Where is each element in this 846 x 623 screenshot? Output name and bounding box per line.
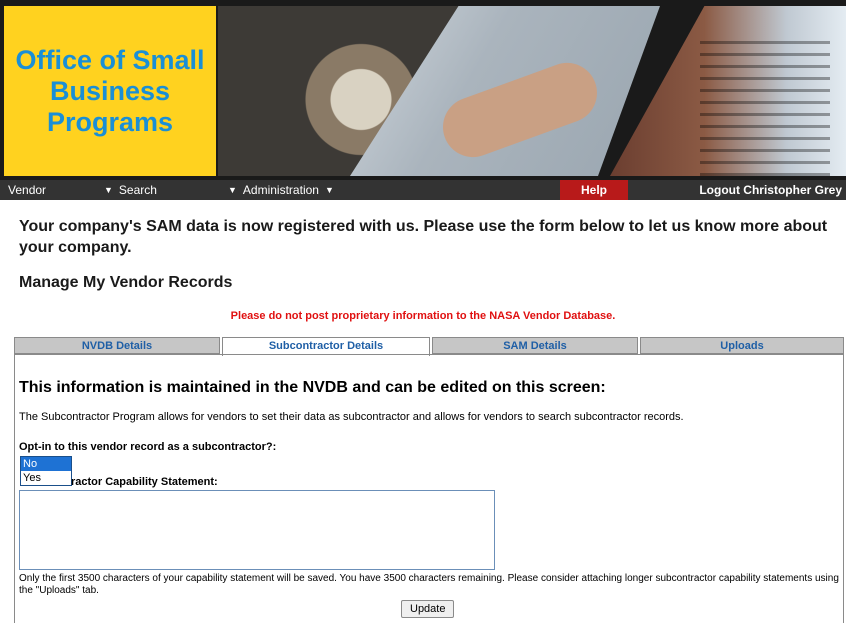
logout-link[interactable]: Logout Christopher Grey [699, 180, 842, 200]
capability-note: Only the first 3500 characters of your c… [19, 573, 839, 596]
panel-heading: This information is maintained in the NV… [19, 379, 606, 396]
subcontractor-details-panel: This information is maintained in the NV… [14, 354, 844, 623]
building-graphic [700, 40, 830, 176]
main-nav: Vendor ▼ Search ▼ Administration ▼ Help … [0, 180, 846, 200]
chevron-down-icon: ▼ [324, 185, 334, 195]
tab-sam-details[interactable]: SAM Details [432, 337, 638, 354]
site-logo[interactable]: Office of Small Business Programs [4, 6, 216, 176]
nav-administration[interactable]: ▼ Administration ▼ [228, 180, 334, 200]
nav-search-label: Search [118, 183, 157, 197]
chevron-down-icon: ▼ [104, 185, 113, 195]
page-title: Manage My Vendor Records [19, 274, 233, 291]
capability-statement-textarea[interactable] [19, 490, 495, 570]
capability-statement-label: ractor Capability Statement: [71, 476, 218, 488]
nav-search[interactable]: ▼ Search [104, 180, 157, 200]
chevron-down-icon: ▼ [228, 185, 237, 195]
optin-label: Opt-in to this vendor record as a subcon… [19, 441, 277, 453]
update-button[interactable]: Update [401, 600, 455, 618]
header-banner: Office of Small Business Programs [0, 0, 846, 180]
tab-bar: NVDB Details Subcontractor Details SAM D… [14, 337, 844, 356]
tab-nvdb-details[interactable]: NVDB Details [14, 337, 220, 354]
nav-vendor[interactable]: Vendor [8, 180, 46, 200]
optin-dropdown-list[interactable]: No Yes [20, 456, 72, 486]
optin-option-no[interactable]: No [21, 457, 71, 471]
proprietary-warning: Please do not post proprietary informati… [230, 310, 616, 322]
panel-description: The Subcontractor Program allows for ven… [19, 411, 684, 423]
optin-option-yes[interactable]: Yes [21, 471, 71, 485]
logo-text: Office of Small Business Programs [15, 44, 205, 137]
tab-uploads[interactable]: Uploads [640, 337, 844, 354]
nav-vendor-label: Vendor [8, 183, 47, 197]
intro-message: Your company's SAM data is now registere… [19, 218, 828, 256]
nav-administration-label: Administration [242, 183, 319, 197]
nav-help[interactable]: Help [560, 180, 628, 200]
